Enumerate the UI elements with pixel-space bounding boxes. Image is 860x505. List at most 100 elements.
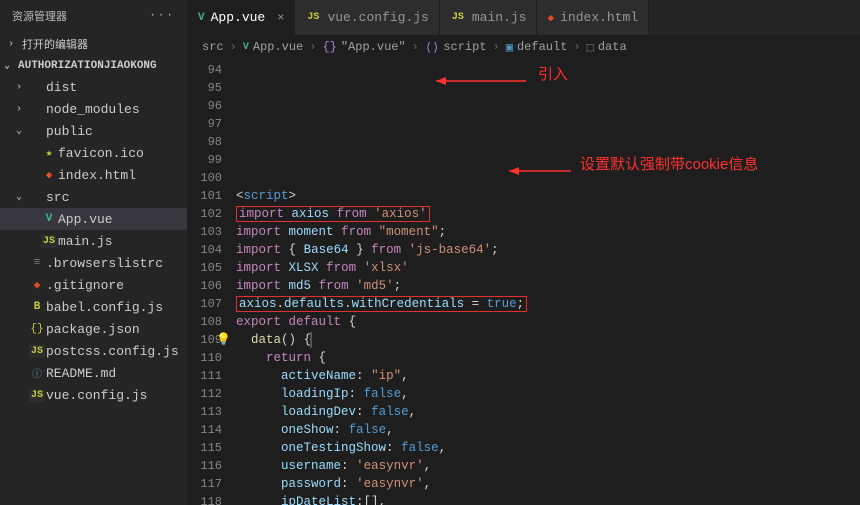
line-number: 103 [188,223,222,241]
code-line[interactable]: activeName: "ip", [236,367,860,385]
line-number: 95 [188,79,222,97]
file-icon: ⓘ [28,365,46,381]
tree-item-label: postcss.config.js [46,344,179,359]
project-root[interactable]: ⌄ AUTHORIZATIONJIAOKONG [0,56,187,76]
tab-vue-config-js[interactable]: JSvue.config.js [295,0,439,35]
code-line[interactable]: import { Base64 } from 'js-base64'; [236,241,860,259]
code-line[interactable]: username: 'easynvr', [236,457,860,475]
file-icon: JS [28,345,46,358]
code-line[interactable]: return { [236,349,860,367]
tree-item-label: index.html [58,168,136,183]
breadcrumb-item[interactable]: {} "App.vue" [322,40,405,54]
code-line[interactable]: oneShow: false, [236,421,860,439]
code-line[interactable]: <script> [236,187,860,205]
tree-item-label: dist [46,80,77,95]
breadcrumb-label: App.vue [253,40,303,54]
line-number: 99 [188,151,222,169]
line-gutter: 9495969798991001011021031041051061071081… [188,59,236,505]
breadcrumb-separator: › [230,40,237,54]
close-icon[interactable]: × [277,11,284,25]
code-line[interactable]: import moment from "moment"; [236,223,860,241]
sidebar-title: 资源管理器 [12,8,67,24]
chevron-icon: › [16,104,26,115]
code-line[interactable]: loadingIp: false, [236,385,860,403]
file-index-html[interactable]: ◆index.html [0,164,187,186]
breadcrumb-item[interactable]: ⬚ data [587,40,627,55]
tree-item-label: src [46,190,69,205]
line-number: 102 [188,205,222,223]
code-line[interactable]: export default { [236,313,860,331]
folder-src[interactable]: ⌄ src [0,186,187,208]
open-editors-label: 打开的编辑器 [22,36,88,52]
editor-main: VApp.vue×JSvue.config.jsJSmain.js◆index.… [188,0,860,505]
code-line[interactable]: import axios from 'axios' [236,205,860,223]
tab-label: index.html [560,10,638,25]
tab-index-html[interactable]: ◆ index.html [537,0,649,35]
tree-item-label: node_modules [46,102,140,117]
file-vue-config-js[interactable]: JSvue.config.js [0,384,187,406]
editor-tabs: VApp.vue×JSvue.config.jsJSmain.js◆index.… [188,0,860,35]
line-number: 115 [188,439,222,457]
lightbulb-icon[interactable]: 💡 [216,331,231,349]
breadcrumb-separator: › [309,40,316,54]
file--browserslistrc[interactable]: ≡.browserslistrc [0,252,187,274]
file-icon: ≡ [28,257,46,269]
file-postcss-config-js[interactable]: JSpostcss.config.js [0,340,187,362]
arrow-icon [509,161,579,181]
tree-item-label: App.vue [58,212,113,227]
annotation-import: 引入 [538,66,568,84]
file-babel-config-js[interactable]: Bbabel.config.js [0,296,187,318]
line-number: 105 [188,259,222,277]
code-line[interactable]: password: 'easynvr', [236,475,860,493]
folder-public[interactable]: ⌄public [0,120,187,142]
code-line[interactable]: ipDateList:[], [236,493,860,505]
file-package-json[interactable]: {}package.json [0,318,187,340]
tab-label: App.vue [211,10,266,25]
code-line[interactable]: import XLSX from 'xlsx' [236,259,860,277]
breadcrumb-label: "App.vue" [341,40,406,54]
tree-item-label: babel.config.js [46,300,163,315]
line-number: 107 [188,295,222,313]
tree-item-label: vue.config.js [46,388,147,403]
file-favicon-ico[interactable]: ★favicon.ico [0,142,187,164]
line-number: 111 [188,367,222,385]
html-icon: ◆ [547,11,554,25]
code-line[interactable]: axios.defaults.withCredentials = true; [236,295,860,313]
breadcrumb-item[interactable]: V App.vue [243,40,303,54]
file-README-md[interactable]: ⓘREADME.md [0,362,187,384]
tree-item-label: main.js [58,234,113,249]
file-main-js[interactable]: JSmain.js [0,230,187,252]
code-line[interactable]: oneTestingShow: false, [236,439,860,457]
code-line[interactable]: loadingDev: false, [236,403,860,421]
folder-dist[interactable]: › dist [0,76,187,98]
line-number: 114 [188,421,222,439]
tab-App-vue[interactable]: VApp.vue× [188,0,295,35]
sidebar-header: 资源管理器 ··· [0,0,187,32]
line-number: 117 [188,475,222,493]
breadcrumb-item[interactable]: ▣ default [506,40,568,55]
breadcrumb-item[interactable]: ⟨⟩ script [425,40,487,55]
line-number: 97 [188,115,222,133]
code-area[interactable]: 引入 设置默认强制带cookie信息 <script>import axios … [236,59,860,505]
file-icon: ◆ [40,168,58,182]
breadcrumb-separator: › [493,40,500,54]
chevron-icon: › [16,82,26,93]
breadcrumb-item[interactable]: src [202,40,224,54]
file-App-vue[interactable]: VApp.vue [0,208,187,230]
chevron-right-icon: › [8,39,22,50]
code-line[interactable]: import md5 from 'md5'; [236,277,860,295]
tree-item-label: favicon.ico [58,146,144,161]
line-number: 110 [188,349,222,367]
breadcrumb-label: src [202,40,224,54]
tree-item-label: public [46,124,93,139]
code-line[interactable]: 💡 data() {​ [236,331,860,349]
chevron-icon: ⌄ [16,191,26,203]
js-icon: JS [305,11,321,24]
open-editors-section[interactable]: › 打开的编辑器 [0,32,187,56]
tab-main-js[interactable]: JSmain.js [440,0,538,35]
file--gitignore[interactable]: ◆.gitignore [0,274,187,296]
folder-node_modules[interactable]: › node_modules [0,98,187,120]
breadcrumb[interactable]: src›V App.vue›{} "App.vue"›⟨⟩ script›▣ d… [188,35,860,59]
more-icon[interactable]: ··· [149,10,175,22]
line-number: 98 [188,133,222,151]
